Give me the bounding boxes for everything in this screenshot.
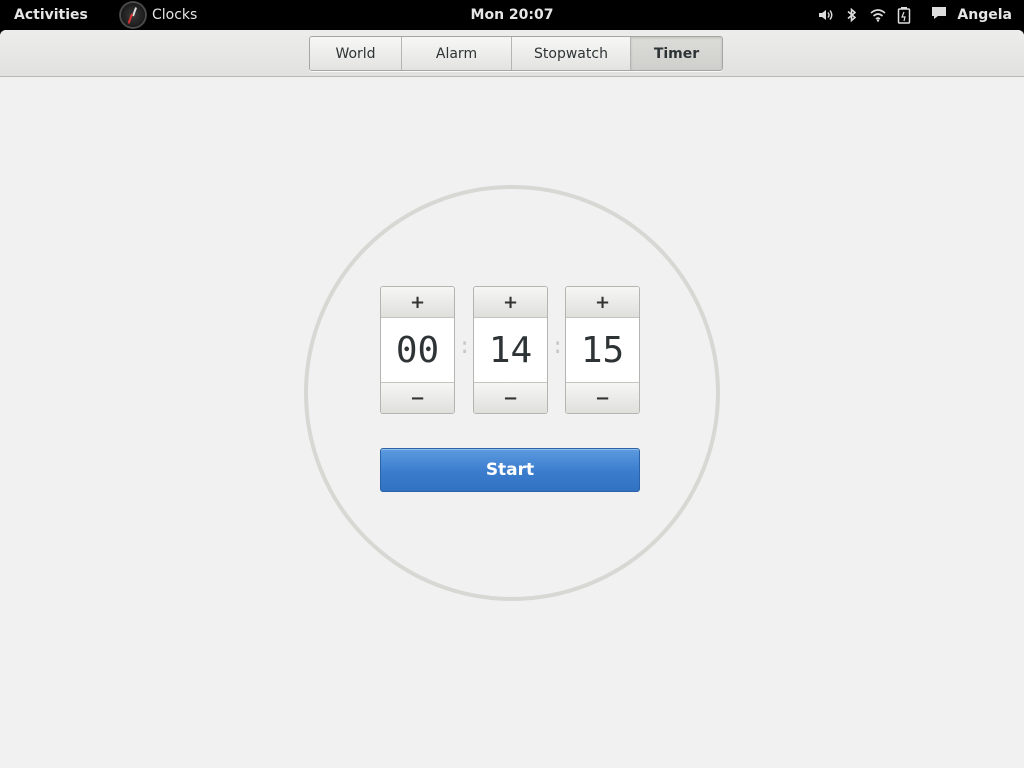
- hours-value[interactable]: 00: [381, 318, 454, 382]
- hours-increase-button[interactable]: +: [381, 287, 454, 318]
- seconds-value[interactable]: 15: [566, 318, 639, 382]
- clock-app-icon: [119, 1, 147, 29]
- user-name: Angela: [957, 7, 1012, 23]
- seconds-spinner: + 15 −: [565, 286, 640, 414]
- top-bar: Activities Clocks Mon 20:07 Angela: [0, 0, 1024, 30]
- tab-world[interactable]: World: [310, 37, 402, 70]
- header-bar: World Alarm Stopwatch Timer: [0, 30, 1024, 77]
- minutes-increase-button[interactable]: +: [474, 287, 547, 318]
- volume-icon[interactable]: [816, 5, 836, 25]
- clocks-window: World Alarm Stopwatch Timer + 00 − : + 1…: [0, 30, 1024, 768]
- battery-icon[interactable]: [894, 5, 914, 25]
- time-separator: :: [458, 334, 472, 359]
- seconds-increase-button[interactable]: +: [566, 287, 639, 318]
- tab-timer[interactable]: Timer: [631, 37, 722, 70]
- seconds-decrease-button[interactable]: −: [566, 382, 639, 413]
- hours-spinner: + 00 −: [380, 286, 455, 414]
- minutes-spinner: + 14 −: [473, 286, 548, 414]
- wifi-icon[interactable]: [868, 5, 888, 25]
- hours-decrease-button[interactable]: −: [381, 382, 454, 413]
- activities-button[interactable]: Activities: [14, 7, 88, 23]
- app-menu[interactable]: Clocks: [119, 1, 197, 29]
- minutes-value[interactable]: 14: [474, 318, 547, 382]
- bluetooth-icon[interactable]: [842, 5, 862, 25]
- view-switcher: World Alarm Stopwatch Timer: [309, 36, 723, 71]
- minutes-decrease-button[interactable]: −: [474, 382, 547, 413]
- app-name: Clocks: [152, 7, 198, 23]
- start-button[interactable]: Start: [380, 448, 640, 492]
- system-status-area[interactable]: Angela: [813, 0, 1024, 30]
- tab-alarm[interactable]: Alarm: [402, 37, 512, 70]
- chat-icon: [931, 6, 947, 24]
- tab-stopwatch[interactable]: Stopwatch: [512, 37, 631, 70]
- date-time-clock[interactable]: Mon 20:07: [471, 7, 554, 23]
- time-separator: :: [551, 334, 565, 359]
- user-menu[interactable]: Angela: [931, 6, 1012, 24]
